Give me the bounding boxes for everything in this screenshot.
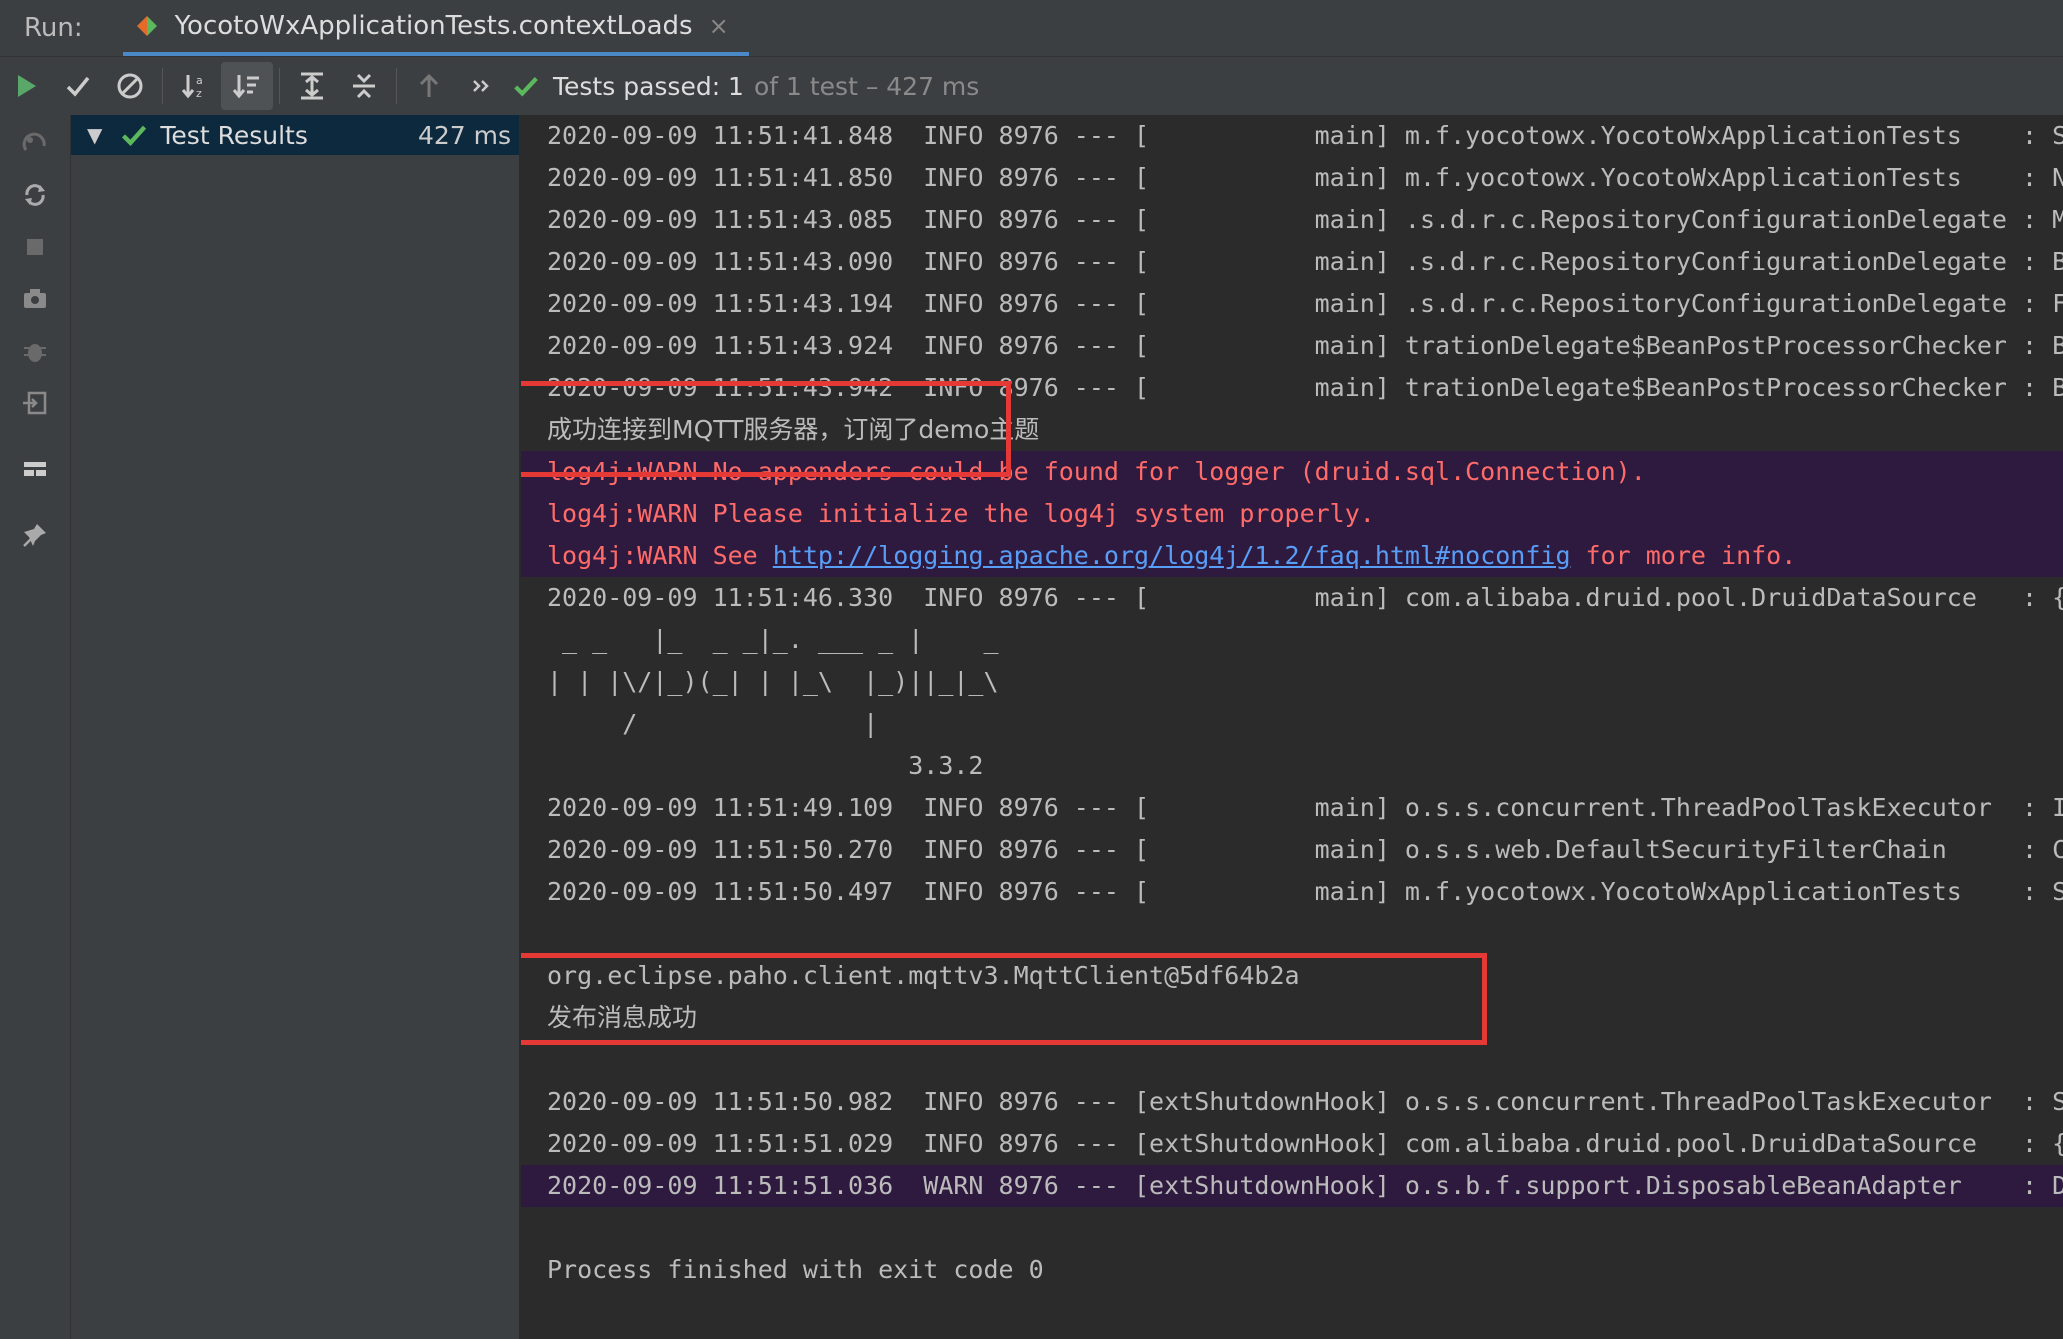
console-line: 2020-09-09 11:51:51.036 WARN 8976 --- [e… [521,1165,2063,1207]
console-line: log4j:WARN See http://logging.apache.org… [521,535,2063,577]
svg-text:z: z [196,87,202,100]
sort-duration-icon[interactable] [221,62,273,110]
console-line: 2020-09-09 11:51:50.982 INFO 8976 --- [e… [521,1081,2063,1123]
console-line-text: log4j:WARN See [547,541,773,570]
console-line-text: 发布消息成功 [547,1003,698,1032]
bug-icon[interactable] [0,325,70,377]
console-line: 2020-09-09 11:51:43.194 INFO 8976 --- [ … [521,283,2063,325]
console-line-text: 2020-09-09 11:51:43.942 INFO 8976 --- [ … [547,373,2063,402]
console-line: 2020-09-09 11:51:43.924 INFO 8976 --- [ … [521,325,2063,367]
console-line: | | |\/|_)(_| | |_\ |_)||_|_\ [521,661,2063,703]
console-line-suffix: for more info. [1570,541,1797,570]
tab-label: YocotoWxApplicationTests.contextLoads [174,11,693,41]
console-line: 2020-09-09 11:51:51.029 INFO 8976 --- [e… [521,1123,2063,1165]
toolbar-separator [279,68,280,104]
console-line-text: 2020-09-09 11:51:41.848 INFO 8976 --- [ … [547,121,2063,150]
expand-arrow-icon[interactable]: ▼ [87,123,102,147]
console-line-text: _ _ |_ _ _|_. ___ _ | _ [547,625,999,654]
expand-all-icon[interactable] [286,62,338,110]
console-line: 2020-09-09 11:51:43.090 INFO 8976 --- [ … [521,241,2063,283]
console-line-text: 成功连接到MQTT服务器，订阅了demo主题 [547,415,1040,444]
console-line-text: 2020-09-09 11:51:43.194 INFO 8976 --- [ … [547,289,2063,318]
left-action-strip [0,115,71,1339]
console-line-text: 2020-09-09 11:51:43.090 INFO 8976 --- [ … [547,247,2063,276]
console-line-text: 2020-09-09 11:51:51.029 INFO 8976 --- [e… [547,1129,2063,1158]
console-line: Process finished with exit code 0 [521,1249,2063,1291]
console-line-text: log4j:WARN No appenders could be found f… [547,457,1646,486]
test-status: Tests passed: 1 of 1 test – 427 ms [511,71,979,101]
console-line: 2020-09-09 11:51:41.848 INFO 8976 --- [ … [521,115,2063,157]
tree-item-label: Test Results [160,120,308,150]
console-line-text: 2020-09-09 11:51:43.924 INFO 8976 --- [ … [547,331,2063,360]
console-line: log4j:WARN No appenders could be found f… [521,451,2063,493]
console-line: 2020-09-09 11:51:43.085 INFO 8976 --- [ … [521,199,2063,241]
run-label: Run: [24,13,83,43]
sort-alpha-icon[interactable]: az [169,62,221,110]
console-line-text: 2020-09-09 11:51:41.850 INFO 8976 --- [ … [547,163,2063,192]
stop-icon[interactable] [0,221,70,273]
collapse-all-icon[interactable] [338,62,390,110]
console-line: 发布消息成功 [521,997,2063,1039]
console-line: 2020-09-09 11:51:49.109 INFO 8976 --- [ … [521,787,2063,829]
test-toolbar: az Tests passed: 1 of 1 test – 427 ms [0,57,2063,115]
console-line-text: 2020-09-09 11:51:51.036 WARN 8976 --- [e… [547,1171,2063,1200]
console-line: log4j:WARN Please initialize the log4j s… [521,493,2063,535]
console-line: 2020-09-09 11:51:46.330 INFO 8976 --- [ … [521,577,2063,619]
console-line: 2020-09-09 11:51:43.942 INFO 8976 --- [ … [521,367,2063,409]
console-line-text: Process finished with exit code 0 [547,1255,1044,1284]
console-line-text: | | |\/|_)(_| | |_\ |_)||_|_\ [547,667,999,696]
console-line: 2020-09-09 11:51:50.270 INFO 8976 --- [ … [521,829,2063,871]
console-line: 2020-09-09 11:51:50.497 INFO 8976 --- [ … [521,871,2063,913]
check-icon[interactable] [52,62,104,110]
console-line-text: 2020-09-09 11:51:49.109 INFO 8976 --- [ … [547,793,2063,822]
pin-icon[interactable] [0,509,70,561]
console-line-text: 2020-09-09 11:51:50.270 INFO 8976 --- [ … [547,835,2063,864]
console-line-text: 2020-09-09 11:51:46.330 INFO 8976 --- [ … [547,583,2063,612]
console-line-text: log4j:WARN Please initialize the log4j s… [547,499,1375,528]
console-line-text: 2020-09-09 11:51:50.497 INFO 8976 --- [ … [547,877,2063,906]
toggle-auto-test-icon[interactable] [0,169,70,221]
console-line-text: 2020-09-09 11:51:43.085 INFO 8976 --- [ … [547,205,2063,234]
toolbar-separator [162,68,163,104]
console-line: / | [521,703,2063,745]
status-passed-text: Tests passed: 1 [553,71,744,101]
up-arrow-icon[interactable] [403,62,455,110]
close-icon[interactable]: × [709,12,729,40]
junit-icon [133,12,161,40]
console-line-text: org.eclipse.paho.client.mqttv3.MqttClien… [547,961,1300,990]
console-line-text: 2020-09-09 11:51:50.982 INFO 8976 --- [e… [547,1087,2063,1116]
console-line: org.eclipse.paho.client.mqttv3.MqttClien… [521,955,2063,997]
passed-check-icon [122,125,147,147]
console-output[interactable]: Process finished with exit code 0 2020-09… [521,115,2063,1339]
console-line: 成功连接到MQTT服务器，订阅了demo主题 [521,409,2063,451]
console-line: 3.3.2 [521,745,2063,787]
console-line: _ _ |_ _ _|_. ___ _ | _ [521,619,2063,661]
passed-check-icon [514,77,538,97]
play-icon[interactable] [0,62,52,110]
toolbar-separator [396,68,397,104]
stop-circle-icon[interactable] [104,62,156,110]
console-line-text: / | [547,709,879,738]
svg-text:a: a [196,74,203,87]
tree-item-test-results[interactable]: ▼ Test Results 427 ms [71,115,519,155]
console-line: 2020-09-09 11:51:41.850 INFO 8976 --- [ … [521,157,2063,199]
run-tab-bar: Run: YocotoWxApplicationTests.contextLoa… [0,0,2063,57]
log4j-faq-link[interactable]: http://logging.apache.org/log4j/1.2/faq.… [773,541,1571,570]
test-results-tree: ▼ Test Results 427 ms [71,115,521,1339]
status-detail-text: of 1 test – 427 ms [753,71,980,101]
tree-item-duration: 427 ms [417,120,511,150]
camera-icon[interactable] [0,273,70,325]
console-line-text: 3.3.2 [547,751,984,780]
layout-icon[interactable] [0,443,70,495]
rerun-failed-icon[interactable] [0,117,70,169]
more-icon[interactable] [455,62,507,110]
import-icon[interactable] [0,377,70,429]
tab-test-run[interactable]: YocotoWxApplicationTests.contextLoads × [122,0,749,56]
